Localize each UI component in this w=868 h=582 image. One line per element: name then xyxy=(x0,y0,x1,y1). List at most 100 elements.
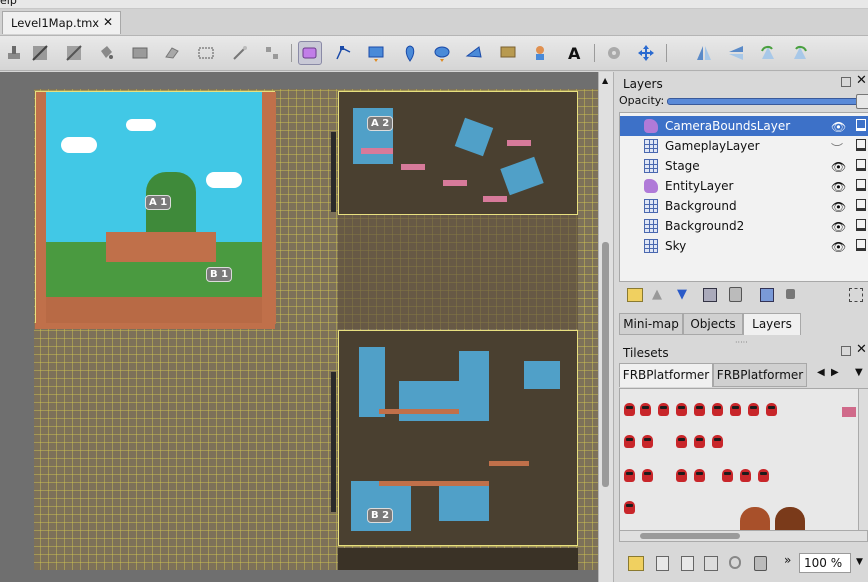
tile-sprite[interactable] xyxy=(748,403,759,416)
tile-sprite[interactable] xyxy=(842,407,856,417)
tile-sprite[interactable] xyxy=(676,469,687,482)
tile-sprite[interactable] xyxy=(658,403,669,416)
tileset-tab-1[interactable]: FRBPlatformer xyxy=(619,363,713,387)
insert-ellipse-icon[interactable] xyxy=(430,41,454,65)
document-tab[interactable]: Level1Map.tmx ✕ xyxy=(2,11,121,34)
opacity-slider[interactable] xyxy=(667,98,865,105)
lock-icon[interactable] xyxy=(856,139,866,151)
eraser-icon[interactable] xyxy=(160,41,184,65)
layer-group-icon[interactable] xyxy=(760,288,774,302)
flip-vertical-icon[interactable] xyxy=(724,41,748,65)
raise-layer-icon[interactable]: ▲ xyxy=(652,287,662,302)
shape-fill-icon[interactable] xyxy=(128,41,152,65)
object-label-b2[interactable]: B 2 xyxy=(367,508,394,523)
chevron-down-icon[interactable]: ▼ xyxy=(856,557,863,567)
visibility-eye-icon[interactable]: 👁 xyxy=(831,180,846,194)
tile-sprite[interactable] xyxy=(712,435,723,448)
tile-door[interactable] xyxy=(775,507,805,531)
terrain-brush-icon[interactable] xyxy=(28,41,52,65)
new-tileset-icon[interactable] xyxy=(628,556,644,571)
tile-sprite[interactable] xyxy=(740,469,751,482)
visibility-eye-icon[interactable]: 👁 xyxy=(831,240,846,254)
tile-sprite[interactable] xyxy=(676,435,687,448)
scroll-up-icon[interactable]: ▲ xyxy=(602,76,608,85)
visibility-eye-icon[interactable]: 👁 xyxy=(831,200,846,214)
lower-layer-icon[interactable]: ▼ xyxy=(677,287,687,302)
tile-sprite[interactable] xyxy=(642,469,653,482)
flip-horizontal-icon[interactable] xyxy=(692,41,716,65)
select-objects-icon[interactable] xyxy=(298,41,322,65)
tile-sprite[interactable] xyxy=(766,403,777,416)
tile-sprite[interactable] xyxy=(624,501,635,514)
object-label-b1[interactable]: B 1 xyxy=(206,267,233,282)
tile-sprite[interactable] xyxy=(730,403,741,416)
edit-polygons-icon[interactable] xyxy=(332,41,356,65)
scrollbar-thumb[interactable] xyxy=(640,533,740,539)
insert-text-icon[interactable]: A xyxy=(562,41,586,65)
float-icon[interactable] xyxy=(841,346,851,356)
duplicate-layer-icon[interactable] xyxy=(703,288,717,302)
float-icon[interactable] xyxy=(841,77,851,87)
lock-icon[interactable] xyxy=(856,179,866,191)
layer-row-sky[interactable]: Sky 👁 xyxy=(620,236,868,256)
close-icon[interactable]: ✕ xyxy=(103,15,113,29)
layer-row-camerabounds[interactable]: CameraBoundsLayer 👁 xyxy=(620,116,868,136)
insert-point-icon[interactable] xyxy=(398,41,422,65)
rotate-right-icon[interactable] xyxy=(788,41,812,65)
new-layer-icon[interactable] xyxy=(627,288,643,302)
opacity-slider-handle[interactable] xyxy=(856,94,868,109)
tile-sprite[interactable] xyxy=(676,403,687,416)
tile-sprite[interactable] xyxy=(624,403,635,416)
object-label-a1[interactable]: A 1 xyxy=(145,195,172,210)
tile-sprite[interactable] xyxy=(694,469,705,482)
lock-toggle-icon[interactable] xyxy=(786,289,795,299)
layer-row-gameplay[interactable]: GameplayLayer ︶ xyxy=(620,136,868,156)
tile-sprite[interactable] xyxy=(624,469,635,482)
lock-icon[interactable] xyxy=(856,239,866,251)
lock-icon[interactable] xyxy=(856,219,866,231)
tab-scroll-right-icon[interactable]: ▶ xyxy=(831,367,839,378)
overflow-icon[interactable]: » xyxy=(784,553,791,567)
layer-row-stage[interactable]: Stage 👁 xyxy=(620,156,868,176)
insert-tile-icon[interactable] xyxy=(496,41,520,65)
visibility-eye-icon[interactable]: 👁 xyxy=(831,160,846,174)
scrollbar-thumb[interactable] xyxy=(602,242,609,487)
menu-help-partial[interactable]: elp xyxy=(0,0,17,7)
insert-template-icon[interactable] xyxy=(528,41,552,65)
tab-objects[interactable]: Objects xyxy=(683,313,743,335)
tile-sprite[interactable] xyxy=(640,403,651,416)
lock-icon[interactable] xyxy=(856,199,866,211)
lock-icon[interactable] xyxy=(856,119,866,131)
stamp-brush-icon[interactable] xyxy=(2,41,26,65)
auto-map-icon[interactable] xyxy=(602,41,626,65)
show-bounds-icon[interactable] xyxy=(849,288,863,302)
visibility-eye-icon[interactable]: 👁 xyxy=(831,220,846,234)
insert-polygon-icon[interactable] xyxy=(462,41,486,65)
layer-row-background2[interactable]: Background2 👁 xyxy=(620,216,868,236)
splitter-handle[interactable]: ····· xyxy=(735,338,748,347)
tile-sprite[interactable] xyxy=(722,469,733,482)
tileset-tab-2[interactable]: FRBPlatformer xyxy=(713,363,807,387)
close-panel-icon[interactable]: ✕ xyxy=(856,342,867,357)
tileset-vertical-scrollbar[interactable] xyxy=(858,389,868,531)
tileset-horizontal-scrollbar[interactable] xyxy=(619,530,868,542)
visibility-eye-icon[interactable]: 👁 xyxy=(831,120,846,134)
tileset-menu-icon[interactable]: ▼ xyxy=(855,367,863,378)
insert-rectangle-icon[interactable] xyxy=(364,41,388,65)
magic-wand-icon[interactable] xyxy=(228,41,252,65)
zoom-select[interactable]: 100 % xyxy=(799,553,851,573)
object-label-a2[interactable]: A 2 xyxy=(367,116,394,131)
rotate-left-icon[interactable] xyxy=(756,41,780,65)
select-same-tile-icon[interactable] xyxy=(260,41,284,65)
tile-sprite[interactable] xyxy=(712,403,723,416)
tab-layers[interactable]: Layers xyxy=(743,313,801,335)
tile-door[interactable] xyxy=(740,507,770,531)
close-panel-icon[interactable]: ✕ xyxy=(856,73,867,88)
tab-mini-map[interactable]: Mini-map xyxy=(619,313,683,335)
export-tileset-icon[interactable] xyxy=(681,556,694,571)
tile-sprite[interactable] xyxy=(758,469,769,482)
tileset-properties-icon[interactable] xyxy=(704,556,718,571)
map-canvas[interactable]: A 1 B 1 A 2 B 2 xyxy=(0,72,598,582)
rearrange-tiles-icon[interactable] xyxy=(729,556,741,569)
tab-scroll-left-icon[interactable]: ◀ xyxy=(817,367,825,378)
